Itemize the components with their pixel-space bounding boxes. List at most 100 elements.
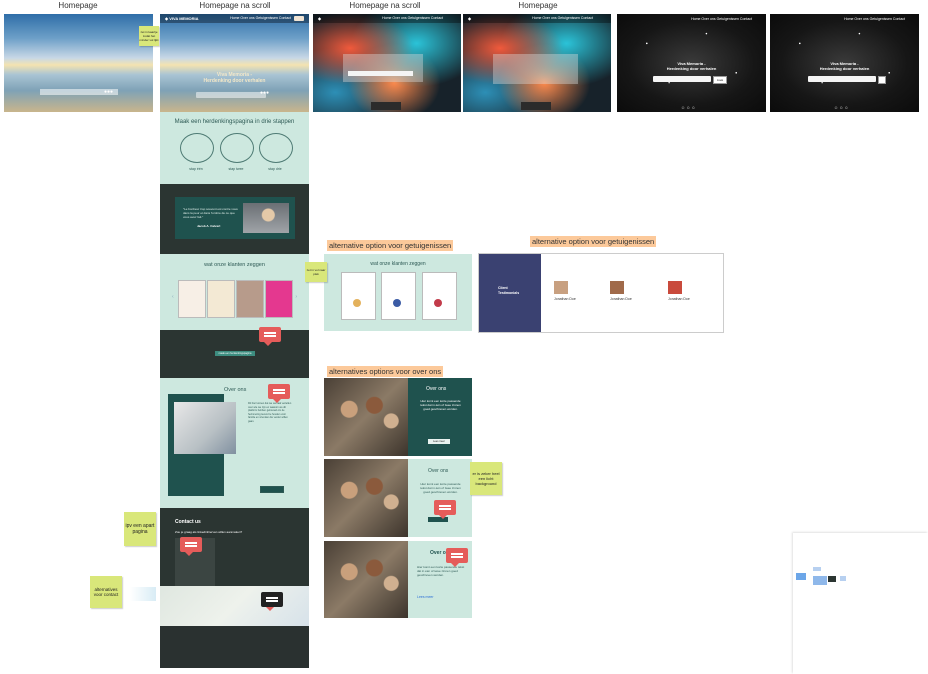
step-label-2: stap twee <box>228 167 244 171</box>
nav-bar: ◆ Home Over ons Getuigenissen Contact <box>463 14 611 23</box>
minimap-block <box>840 576 846 581</box>
testimonial-card-3[interactable] <box>236 280 264 318</box>
logo[interactable]: ◆ <box>468 16 471 21</box>
quote-text: "Le bonheur trop souvent est contre vous… <box>183 207 238 219</box>
alt-about-link[interactable]: Lees meer <box>417 595 434 599</box>
logo[interactable]: ◆ VIVA MEMORIA <box>165 16 199 21</box>
quote-card: "Le bonheur trop souvent est contre vous… <box>175 197 295 239</box>
alt-about-heading: Over ons <box>426 386 447 392</box>
testimonial-card-1[interactable] <box>178 280 206 318</box>
steps-heading: Maak een herdenkingspagina in drie stapp… <box>174 119 295 125</box>
quote-author: Jacob A. Calvert <box>197 224 221 228</box>
comment-icon[interactable] <box>180 537 202 556</box>
alt-testimonials-2-name-1: Jonathan Doe <box>554 297 576 301</box>
footer <box>160 626 309 668</box>
alt-about-photo <box>324 459 408 537</box>
cta-section: maak een herdenkingspagina <box>160 330 309 378</box>
testimonial-card-4[interactable] <box>265 280 293 318</box>
comment-icon[interactable] <box>434 500 456 519</box>
alt-avatar-1 <box>353 299 361 307</box>
alt-about-1: Over ons Hier komt een korte passende te… <box>324 378 472 456</box>
social-icons[interactable] <box>521 102 551 110</box>
alt-about-2: Over ons Hier komt een korte passende te… <box>324 459 472 537</box>
sticky-note-background: er is zeker heel een licht background <box>470 462 502 495</box>
frame-title-homepage-na-scroll-1: Homepage na scroll <box>199 1 271 10</box>
nav-links[interactable]: Home Over ons Getuigenissen Contact <box>532 16 593 20</box>
alt-testimonials-2-photo-1 <box>554 281 568 294</box>
nav-links[interactable]: Home Over ons Getuigenissen Contact <box>382 16 443 20</box>
hero-search-input[interactable] <box>348 71 413 76</box>
map-embed[interactable] <box>160 586 309 626</box>
alt-testimonials-2-photo-3 <box>668 281 682 294</box>
social-icons[interactable]: ☺ ☺ ☺ <box>681 105 695 110</box>
hero-title-line2: Herdenking door verhalen <box>666 66 717 71</box>
about-heading: Over ons <box>224 387 247 393</box>
hero-title-line2: Herdenking door verhalen <box>203 78 266 84</box>
alt-testimonial-card-1[interactable] <box>341 272 376 320</box>
slider-dots[interactable]: ●●● <box>104 89 113 95</box>
nav-bar: ◆ Home Over ons Getuigenissen Contact <box>313 14 461 23</box>
homepage-scroll-smoke-1[interactable]: ◆ Home Over ons Getuigenissen Contact <box>313 14 461 112</box>
alt-about-text: Hier komt een korte passende tekst dat i… <box>420 482 461 494</box>
sticky-note-kaartje: zet in kaartje zodat het minder vol lijk… <box>139 26 159 46</box>
alt-testimonials-1: wat onze klanten zeggen <box>324 254 472 331</box>
hero-search-input[interactable] <box>196 92 266 98</box>
slider-dots[interactable]: ●●● <box>260 90 269 96</box>
hero-search-button[interactable]: zoek <box>713 76 727 84</box>
step-label-1: stap één <box>189 167 203 171</box>
alt-avatar-2 <box>393 299 401 307</box>
frame-title-homepage: Homepage <box>58 1 98 10</box>
step-circle-1 <box>180 133 214 163</box>
nav-bar: ◆ VIVA MEMORIA Home Over ons Getuigeniss… <box>160 14 309 23</box>
homepage-stars-1[interactable]: Home Over ons Getuigenissen Contact Viva… <box>617 14 766 112</box>
label-alt-about: alternatives options voor over ons <box>327 366 444 377</box>
alt-about-heading: Over ons <box>428 468 449 474</box>
comment-icon[interactable] <box>259 327 281 346</box>
minimap-panel[interactable] <box>793 533 928 674</box>
alt-testimonial-card-3[interactable] <box>422 272 457 320</box>
alt-about-photo <box>324 541 408 618</box>
testimonial-next-arrow[interactable]: › <box>295 294 297 300</box>
alt-testimonials-2-name-2: Jonathan Doe <box>610 297 632 301</box>
comment-icon[interactable] <box>268 384 290 403</box>
hero-search-input[interactable] <box>808 76 876 82</box>
testimonial-card-2[interactable] <box>207 280 235 318</box>
homepage-scroll-smoke-2[interactable]: ◆ Home Over ons Getuigenissen Contact <box>463 14 611 112</box>
homepage-stars-2[interactable]: Home Over ons Getuigenissen Contact Viva… <box>770 14 919 112</box>
alt-testimonial-card-2[interactable] <box>381 272 416 320</box>
minimap-block <box>796 573 806 580</box>
homepage-scroll-hero[interactable]: ◆ VIVA MEMORIA Home Over ons Getuigeniss… <box>160 14 309 112</box>
alt-about-button[interactable]: Lees meer <box>428 439 450 444</box>
about-button[interactable] <box>260 486 284 493</box>
social-icons[interactable]: ☺ ☺ ☺ <box>834 105 848 110</box>
alt-testimonials-heading: wat onze klanten zeggen <box>370 261 426 267</box>
hero-search-input[interactable] <box>653 76 711 82</box>
contact-heading: Contact us <box>175 519 201 525</box>
minimap-block <box>813 576 827 585</box>
hero-search-button[interactable] <box>878 76 886 84</box>
sticky-note-contact: alternatives voor contact <box>90 576 122 608</box>
alt-testimonials-2-name-3: Jonathan Doe <box>668 297 690 301</box>
hero-overlay-box <box>493 54 578 84</box>
homepage-frame-beach[interactable]: ●●● <box>4 14 153 112</box>
minimap-block <box>828 576 836 582</box>
alt-avatar-3 <box>434 299 442 307</box>
testimonial-prev-arrow[interactable]: ‹ <box>172 294 174 300</box>
nav-links[interactable]: Home Over ons Getuigenissen Contact <box>230 16 291 20</box>
quote-section: "Le bonheur trop souvent est contre vous… <box>160 184 309 254</box>
step-label-3: stap drie <box>268 167 282 171</box>
nav-links[interactable]: Home Over ons Getuigenissen Contact <box>844 17 905 21</box>
comment-icon[interactable] <box>261 592 283 611</box>
alt-testimonials-2-title: Client Testimonials <box>498 286 520 295</box>
logo[interactable]: ◆ <box>318 16 321 21</box>
login-button[interactable] <box>294 16 304 21</box>
contact-section: Contact us Zou je graag als linkedinhier… <box>160 508 309 668</box>
social-icons[interactable] <box>371 102 401 110</box>
step-circle-2 <box>220 133 254 163</box>
alt-testimonials-2: Client Testimonials Jonathan Doe Jonatha… <box>478 253 724 333</box>
sticky-note-apart-pagina: ipv een apart pagina <box>124 512 156 546</box>
nav-links[interactable]: Home Over ons Getuigenissen Contact <box>691 17 752 21</box>
label-alt-testimonials-2: alternative option voor getuigenissen <box>530 236 657 247</box>
comment-icon[interactable] <box>446 548 468 567</box>
cta-button[interactable]: maak een herdenkingspagina <box>215 351 255 356</box>
